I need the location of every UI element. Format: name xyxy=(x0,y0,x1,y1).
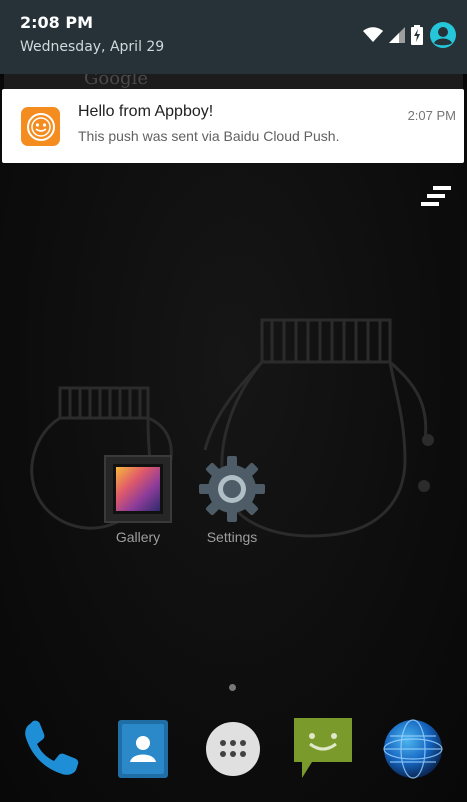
notification-time: 2:07 PM xyxy=(407,108,456,123)
messaging-icon[interactable] xyxy=(290,716,356,782)
appboy-notification[interactable]: Hello from Appboy! This push was sent vi… xyxy=(2,89,464,163)
status-icons xyxy=(363,20,457,50)
page-indicator-dot xyxy=(229,684,236,691)
contacts-icon[interactable] xyxy=(110,716,176,782)
wifi-icon xyxy=(363,27,383,42)
google-search-widget-ghost: Google xyxy=(4,74,463,90)
user-account-icon[interactable] xyxy=(429,21,457,49)
browser-globe-icon[interactable] xyxy=(380,716,446,782)
gallery-icon xyxy=(104,455,172,523)
notification-title: Hello from Appboy! xyxy=(78,103,214,120)
current-date: Wednesday, April 29 xyxy=(20,39,165,55)
phone-icon[interactable] xyxy=(18,716,84,782)
settings-app[interactable]: Settings xyxy=(192,455,272,545)
battery-charging-icon xyxy=(411,25,423,45)
gallery-app[interactable]: Gallery xyxy=(98,455,178,545)
cell-signal-icon xyxy=(389,27,405,43)
clear-all-icon[interactable] xyxy=(421,186,451,206)
notification-shade-header: 2:08 PM Wednesday, April 29 xyxy=(0,0,467,74)
app-drawer-icon[interactable] xyxy=(200,716,266,782)
settings-label: Settings xyxy=(206,529,258,545)
clock-time: 2:08 PM xyxy=(20,13,94,32)
gallery-thumbnail xyxy=(113,464,163,514)
settings-gear-icon xyxy=(199,456,265,522)
notification-text: This push was sent via Baidu Cloud Push. xyxy=(78,128,340,144)
appboy-app-icon xyxy=(21,107,60,146)
gallery-label: Gallery xyxy=(115,529,161,545)
